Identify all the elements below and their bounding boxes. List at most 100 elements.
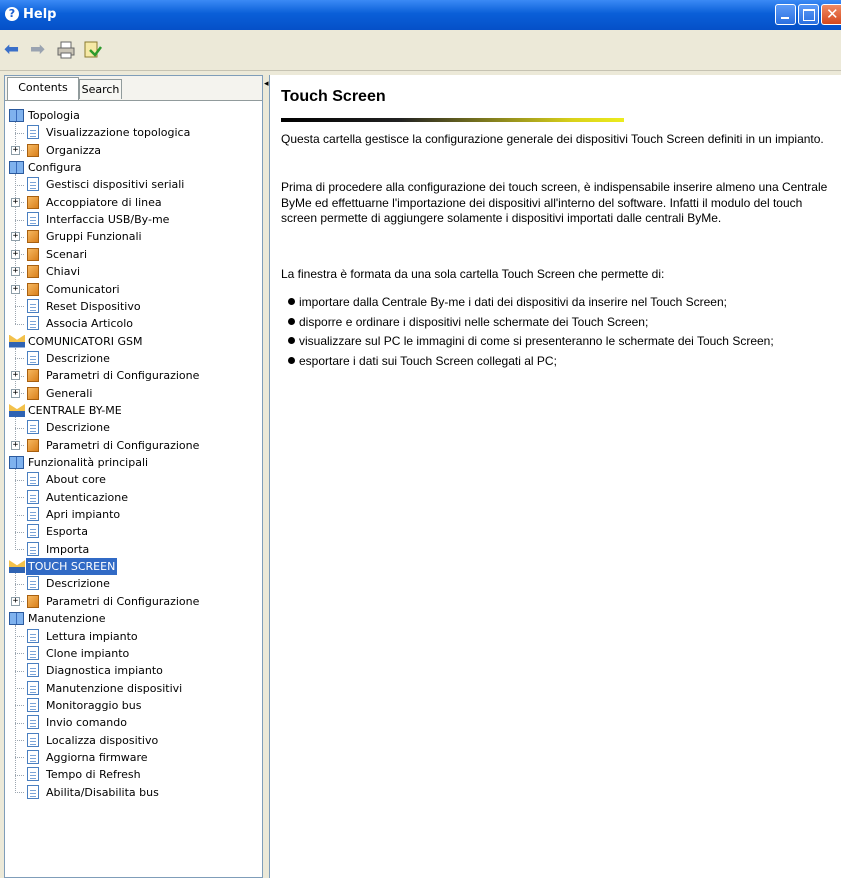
tree-folder[interactable]: COMUNICATORI GSM <box>5 333 262 350</box>
tree-item[interactable]: About core <box>5 471 262 488</box>
tree-item-label: Interfaccia USB/By-me <box>46 213 170 227</box>
tree-item[interactable]: Aggiorna firmware <box>5 749 262 766</box>
tree-item-label: Importa <box>46 542 90 556</box>
tree-item-label: Topologia <box>28 109 80 122</box>
expand-toggle-icon[interactable]: + <box>11 284 20 294</box>
tree-item-label: Gestisci dispositivi seriali <box>46 178 185 192</box>
tree-folder[interactable]: TOUCH SCREEN <box>5 557 262 577</box>
maximize-icon <box>803 9 815 21</box>
tree-item[interactable]: Importa <box>5 541 262 558</box>
tree-item-label: Chiavi <box>46 265 81 279</box>
tree-item[interactable]: + Chiavi <box>5 263 262 280</box>
tree-item[interactable]: Manutenzione dispositivi <box>5 680 262 697</box>
bullet-text: esportare i dati sui Touch Screen colleg… <box>299 353 557 368</box>
tree-item[interactable]: Apri impianto <box>5 506 262 523</box>
expand-toggle-icon[interactable]: + <box>11 232 20 242</box>
tree-item[interactable]: Interfaccia USB/By-me <box>5 211 262 228</box>
maximize-button[interactable] <box>798 4 819 25</box>
tree-item[interactable]: Localizza dispositivo <box>5 732 262 749</box>
tree-item[interactable]: + Accoppiatore di linea <box>5 194 262 211</box>
navigation-pane: Contents Search Topologia Visualizzazione… <box>4 75 263 878</box>
bullet-icon <box>288 356 295 364</box>
tree-item[interactable]: Abilita/Disabilita bus <box>5 784 262 801</box>
tree-folder[interactable]: Topologia <box>5 107 262 124</box>
tree-item-label: Invio comando <box>46 716 127 730</box>
expand-toggle-icon[interactable]: + <box>11 371 20 381</box>
bullet-text: visualizzare sul PC le immagini di come … <box>299 334 774 349</box>
tree-item[interactable]: + Scenari <box>5 246 262 263</box>
folder-icon <box>27 230 39 244</box>
tree-item-label: Parametri di Configurazione <box>46 369 200 383</box>
tree-item-label: Clone impianto <box>46 646 130 660</box>
expand-toggle-icon[interactable]: + <box>11 249 20 259</box>
bullet-item: esportare i dati sui Touch Screen colleg… <box>288 354 557 369</box>
forward-arrow-icon[interactable]: ➡ <box>30 41 48 59</box>
tree-item[interactable]: Visualizzazione topologica <box>5 124 262 141</box>
tree-folder[interactable]: CENTRALE BY-ME <box>5 402 262 419</box>
collapse-arrow-icon[interactable]: ◂ <box>264 79 269 89</box>
help-icon: ? <box>5 7 19 21</box>
tree-item[interactable]: Esporta <box>5 523 262 540</box>
tree-item-label: Comunicatori <box>46 282 120 296</box>
expand-toggle-icon[interactable]: + <box>11 596 20 606</box>
expand-toggle-icon[interactable]: + <box>11 145 20 155</box>
folder-icon <box>27 438 39 452</box>
tree-item[interactable]: Descrizione <box>5 419 262 436</box>
page-icon <box>27 715 39 730</box>
bullet-item: visualizzare sul PC le immagini di come … <box>288 334 774 349</box>
expand-toggle-icon[interactable]: + <box>11 197 20 207</box>
page-icon <box>27 472 39 487</box>
tree-item-label: Esporta <box>46 525 88 539</box>
tree-item-label: Scenari <box>46 247 88 261</box>
tree-item[interactable]: Tempo di Refresh <box>5 766 262 783</box>
minimize-button[interactable] <box>775 4 796 25</box>
tree-item[interactable]: Associa Articolo <box>5 315 262 332</box>
expand-toggle-icon[interactable]: + <box>11 388 20 398</box>
content-pane: Touch Screen Questa cartella gestisce la… <box>269 75 841 878</box>
tree-item-label: Diagnostica impianto <box>46 664 163 678</box>
page-icon <box>27 298 39 313</box>
tab-search[interactable]: Search <box>79 79 122 99</box>
tree-item[interactable]: + Generali <box>5 385 262 402</box>
tree-folder[interactable]: Manutenzione <box>5 610 262 627</box>
tree-item[interactable]: Descrizione <box>5 350 262 367</box>
tree-item[interactable]: Invio comando <box>5 714 262 731</box>
tree-item[interactable]: + Gruppi Funzionali <box>5 228 262 245</box>
tree-item[interactable]: Descrizione <box>5 575 262 592</box>
expand-toggle-icon[interactable]: + <box>11 267 20 277</box>
tree-item-label: CENTRALE BY-ME <box>28 403 122 417</box>
close-icon: ✕ <box>826 5 839 23</box>
bullet-text: disporre e ordinare i dispositivi nelle … <box>299 314 649 329</box>
options-icon[interactable] <box>84 41 102 59</box>
tree-item[interactable]: Monitoraggio bus <box>5 697 262 714</box>
tree-folder[interactable]: Funzionalità principali <box>5 454 262 471</box>
bullet-icon <box>288 298 295 305</box>
tree-item-label: Descrizione <box>46 421 110 435</box>
tree-item-label: Generali <box>46 386 93 400</box>
tree-item[interactable]: Lettura impianto <box>5 628 262 645</box>
tree-item[interactable]: Clone impianto <box>5 645 262 662</box>
tab-contents[interactable]: Contents <box>7 77 79 100</box>
tree-item[interactable]: Autenticazione <box>5 489 262 506</box>
tree-item[interactable]: + Parametri di Configurazione <box>5 437 262 454</box>
page-icon <box>27 489 39 504</box>
expand-toggle-icon[interactable]: + <box>11 440 20 450</box>
print-icon[interactable] <box>57 41 75 59</box>
tree-item[interactable]: + Comunicatori <box>5 281 262 298</box>
tree-item-label: COMUNICATORI GSM <box>28 334 143 348</box>
tree-item[interactable]: + Parametri di Configurazione <box>5 593 262 610</box>
tree-item[interactable]: + Parametri di Configurazione <box>5 367 262 384</box>
back-arrow-icon[interactable]: ⬅ <box>4 41 22 59</box>
tree-item-label: TOUCH SCREEN <box>24 557 119 577</box>
close-button[interactable]: ✕ <box>821 4 841 25</box>
page-icon <box>27 784 39 799</box>
tree-item[interactable]: Reset Dispositivo <box>5 298 262 315</box>
tree-item[interactable]: Diagnostica impianto <box>5 662 262 679</box>
tree-item[interactable]: + Organizza <box>5 142 262 159</box>
folder-icon <box>27 247 39 261</box>
tree-folder[interactable]: Configura <box>5 159 262 176</box>
tree-item-label: Configura <box>28 161 82 175</box>
open-book-icon <box>9 334 25 348</box>
tree-item-label: Manutenzione dispositivi <box>46 681 183 695</box>
tree-item[interactable]: Gestisci dispositivi seriali <box>5 176 262 193</box>
